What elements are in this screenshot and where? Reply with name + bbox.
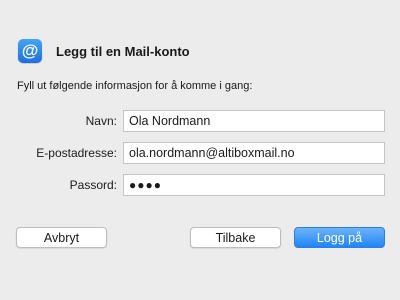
cancel-button[interactable]: Avbryt [16, 227, 107, 248]
name-row: Navn: Ola Nordmann [0, 110, 400, 132]
email-field[interactable]: ola.nordmann@altiboxmail.no [123, 142, 385, 164]
at-sign-glyph: @ [21, 41, 39, 60]
back-button[interactable]: Tilbake [190, 227, 281, 248]
password-label: Passord: [69, 178, 117, 192]
login-button[interactable]: Logg på [294, 227, 385, 248]
password-row: Passord: ●●●● [0, 174, 400, 196]
password-field[interactable]: ●●●● [123, 174, 385, 196]
dialog-header: @ Legg til en Mail-konto [18, 38, 190, 64]
name-label: Navn: [85, 114, 117, 128]
dialog-title: Legg til en Mail-konto [56, 43, 190, 59]
email-row: E-postadresse: ola.nordmann@altiboxmail.… [0, 142, 400, 164]
name-field[interactable]: Ola Nordmann [123, 110, 385, 132]
dialog-subtitle: Fyll ut følgende informasjon for å komme… [17, 80, 253, 92]
add-mail-account-dialog: @ Legg til en Mail-konto Fyll ut følgend… [0, 0, 400, 300]
email-label: E-postadresse: [36, 146, 117, 160]
mail-app-icon: @ [18, 39, 42, 63]
